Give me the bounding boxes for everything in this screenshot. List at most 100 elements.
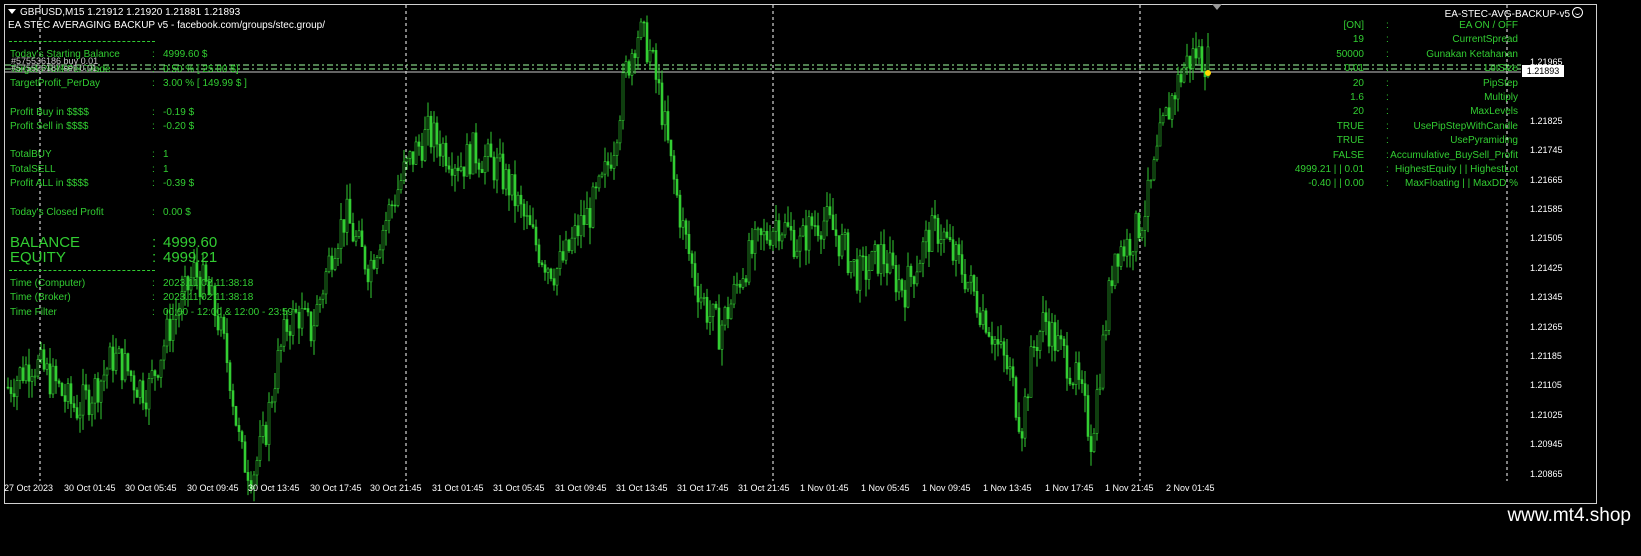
time-tick-label: 31 Oct 09:45 <box>555 483 607 493</box>
candle-body <box>1059 335 1063 340</box>
candle-body <box>948 237 952 241</box>
symbol-info: GBPUSD,M15 1.21912 1.21920 1.21881 1.218… <box>8 7 240 18</box>
colon: : <box>152 78 155 89</box>
candle-body <box>999 341 1003 345</box>
candle-body <box>267 402 271 445</box>
candle-body <box>357 230 361 237</box>
candle-body <box>891 252 895 266</box>
candle-body <box>843 232 847 235</box>
colon: : <box>152 207 155 218</box>
candle-body <box>1119 246 1123 267</box>
candle-body <box>150 370 154 379</box>
candle-body <box>633 53 637 59</box>
candle-body <box>9 387 13 394</box>
candle-body <box>852 259 856 262</box>
starting-balance-value: 4999.60 $ <box>163 49 208 60</box>
colon: : <box>152 64 155 75</box>
candle-body <box>18 367 22 381</box>
current-bar-marker <box>1205 70 1211 76</box>
candle-body <box>612 155 616 169</box>
candle-body <box>672 155 676 180</box>
candle-body <box>1044 312 1048 322</box>
candle-body <box>258 436 262 461</box>
order-ticket-sell[interactable]: #575536187 sell 0.01 <box>11 63 97 73</box>
setting-label: UsePyramiding <box>1450 135 1518 147</box>
colon: : <box>1386 48 1389 60</box>
candle-body <box>1020 431 1024 439</box>
candle-body <box>480 169 484 173</box>
colon: : <box>152 307 155 318</box>
candle-body <box>675 178 679 196</box>
candle-body <box>81 384 85 416</box>
candle-body <box>327 255 331 273</box>
candle-body <box>345 198 349 233</box>
candle-body <box>147 378 151 410</box>
ea-smiley-icon[interactable] <box>1572 7 1583 18</box>
candle-body <box>6 386 10 389</box>
candle-body <box>273 388 277 403</box>
candle-body <box>984 310 988 333</box>
candle-body <box>1053 322 1057 351</box>
candle-body <box>819 235 823 240</box>
candle-body <box>987 332 991 337</box>
setting-label: Multiply <box>1484 92 1518 103</box>
setting-value: TRUE <box>1336 120 1364 132</box>
candle-body <box>534 226 538 246</box>
candle-body <box>78 414 82 419</box>
time-tick-label: 30 Oct 17:45 <box>310 483 362 493</box>
candle-body <box>735 283 739 286</box>
candle-body <box>573 225 577 239</box>
candle-body <box>1089 436 1093 452</box>
candle-body <box>651 49 655 52</box>
candle-body <box>99 380 103 403</box>
target-per-trade-value: 0.50 % [ 25.00 $] <box>163 64 239 75</box>
setting-label: EA ON / OFF <box>1459 20 1518 31</box>
candle-body <box>462 166 466 177</box>
candle-body <box>990 336 994 345</box>
candle-body <box>1137 212 1141 239</box>
candle-body <box>30 376 34 382</box>
candle-body <box>270 401 274 404</box>
candle-body <box>783 222 787 236</box>
setting-label: MaxFloating | | MaxDD % <box>1404 178 1518 190</box>
candle-body <box>663 111 667 126</box>
candle-body <box>51 365 55 395</box>
time-tick-label: 1 Nov 13:45 <box>983 483 1032 493</box>
price-tick-label: 1.21825 <box>1530 115 1563 126</box>
candle-body <box>1176 74 1180 100</box>
candle-body <box>795 250 799 258</box>
colon: : <box>1386 164 1389 175</box>
setting-value: 20 <box>1352 77 1364 89</box>
ea-name-text: EA-STEC-AVG-BACKUP-v5 <box>1444 9 1570 20</box>
candle-body <box>894 264 898 293</box>
candle-body <box>1050 322 1054 347</box>
candle-body <box>57 380 61 384</box>
candle-body <box>909 265 913 277</box>
candle-body <box>666 111 670 141</box>
candle-body <box>930 215 934 252</box>
candle-body <box>600 173 604 177</box>
time-tick-label: 1 Nov 05:45 <box>861 483 910 493</box>
colon: : <box>152 49 155 60</box>
candle-body <box>168 318 172 341</box>
candle-body <box>1122 246 1126 257</box>
candle-body <box>1170 95 1174 120</box>
colon: : <box>1386 20 1389 31</box>
candle-body <box>771 230 775 246</box>
setting-value: [ON] <box>1343 20 1364 31</box>
total-sell-value: 1 <box>163 164 169 175</box>
candle-body <box>1113 253 1117 287</box>
candle-body <box>936 217 940 244</box>
dropdown-arrow-icon[interactable] <box>8 9 16 14</box>
time-filter-value: 00:00 - 12:00 & 12:00 - 23:59 <box>163 307 294 318</box>
candle-body <box>768 239 772 246</box>
candle-body <box>855 259 859 291</box>
candle-body <box>903 289 907 308</box>
total-sell-label: TotalSELL <box>10 164 56 175</box>
candle-body <box>390 204 394 207</box>
time-tick-label: 31 Oct 17:45 <box>677 483 729 493</box>
setting-value: TRUE <box>1336 135 1364 147</box>
candle-body <box>156 375 160 378</box>
chart-shift-marker-icon[interactable] <box>1212 4 1222 10</box>
candle-body <box>750 240 754 254</box>
